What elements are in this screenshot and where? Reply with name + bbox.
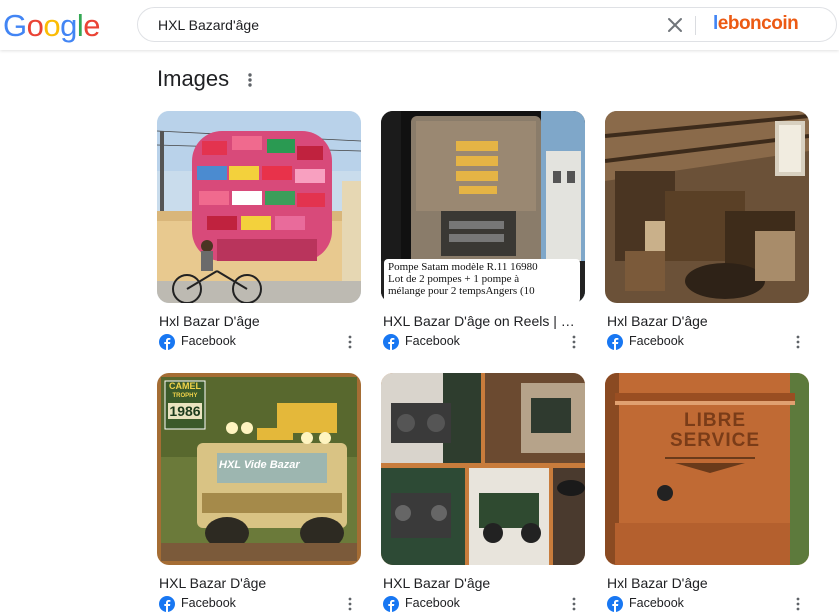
overlay-line: LIBRE bbox=[684, 410, 746, 431]
section-title: Images bbox=[157, 66, 230, 91]
camel-trophy-badge: CAMEL TROPHY 1986 bbox=[165, 381, 205, 419]
result-thumbnail[interactable] bbox=[605, 111, 809, 303]
result-source[interactable]: Facebook bbox=[383, 333, 583, 351]
overlay-line: Lot de 2 pompes + 1 pompe à bbox=[388, 273, 520, 285]
search-input[interactable]: HXL Bazard'âge bbox=[158, 17, 259, 33]
result-caption[interactable]: Hxl Bazar D'âge bbox=[159, 313, 355, 329]
search-divider bbox=[695, 16, 696, 35]
logo-letter: e bbox=[83, 8, 101, 43]
source-name: Facebook bbox=[405, 596, 460, 610]
logo-letter: G bbox=[3, 8, 27, 43]
source-name: Facebook bbox=[629, 334, 684, 348]
more-vert-icon[interactable] bbox=[793, 334, 803, 350]
result-caption[interactable]: HXL Bazar D'âge bbox=[159, 575, 355, 591]
logo-letter: o bbox=[26, 8, 44, 43]
overlay-line: CAMEL bbox=[169, 381, 201, 391]
logo-letter: o bbox=[43, 8, 61, 43]
google-logo[interactable]: Google bbox=[3, 8, 101, 44]
watermark-text: HXL Vide Bazar bbox=[219, 459, 300, 471]
result-thumbnail[interactable] bbox=[605, 373, 809, 565]
result-source[interactable]: Facebook bbox=[383, 595, 583, 613]
more-vert-icon[interactable] bbox=[569, 334, 579, 350]
overlay-line: 1986 bbox=[168, 403, 202, 419]
result-source[interactable]: Facebook bbox=[607, 333, 807, 351]
leboncoin-logo[interactable]: leboncoin bbox=[713, 13, 799, 35]
result-source[interactable]: Facebook bbox=[159, 333, 359, 351]
result-thumbnail[interactable] bbox=[381, 373, 585, 565]
facebook-icon bbox=[607, 334, 623, 350]
more-vert-icon[interactable] bbox=[569, 596, 579, 612]
result-caption[interactable]: HXL Bazar D'âge on Reels | Fa... bbox=[383, 313, 579, 329]
top-bar: Google HXL Bazard'âge leboncoin bbox=[0, 0, 839, 50]
search-box[interactable]: HXL Bazard'âge leboncoin bbox=[137, 7, 837, 42]
overlay-line: SERVICE bbox=[669, 430, 761, 451]
result-caption[interactable]: Hxl Bazar D'âge bbox=[607, 313, 803, 329]
close-icon[interactable] bbox=[664, 14, 686, 36]
overlay-line: mélange pour 2 tempsAngers (10 bbox=[388, 285, 535, 297]
result-source[interactable]: Facebook bbox=[159, 595, 359, 613]
more-vert-icon[interactable] bbox=[345, 596, 355, 612]
logo-letter: g bbox=[60, 8, 77, 43]
source-name: Facebook bbox=[181, 334, 236, 348]
facebook-icon bbox=[607, 596, 623, 612]
leboncoin-logo-text: eboncoin bbox=[717, 13, 799, 34]
facebook-icon bbox=[383, 596, 399, 612]
facebook-icon bbox=[159, 334, 175, 350]
facebook-icon bbox=[159, 596, 175, 612]
thumbnail-overlay-text: Pompe Satam modèle R.11 16980 Lot de 2 p… bbox=[384, 259, 580, 303]
more-vert-icon[interactable] bbox=[793, 596, 803, 612]
more-vert-icon[interactable] bbox=[345, 334, 355, 350]
more-vert-icon[interactable] bbox=[243, 70, 257, 90]
source-name: Facebook bbox=[181, 596, 236, 610]
overlay-line: TROPHY bbox=[172, 393, 198, 399]
sign-text: LIBRE SERVICE bbox=[665, 411, 765, 451]
facebook-icon bbox=[383, 334, 399, 350]
result-source[interactable]: Facebook bbox=[607, 595, 807, 613]
source-name: Facebook bbox=[629, 596, 684, 610]
result-caption[interactable]: HXL Bazar D'âge bbox=[383, 575, 579, 591]
result-caption[interactable]: Hxl Bazar D'âge bbox=[607, 575, 803, 591]
overlay-line: Pompe Satam modèle R.11 16980 bbox=[388, 261, 538, 273]
result-thumbnail[interactable] bbox=[157, 111, 361, 303]
source-name: Facebook bbox=[405, 334, 460, 348]
